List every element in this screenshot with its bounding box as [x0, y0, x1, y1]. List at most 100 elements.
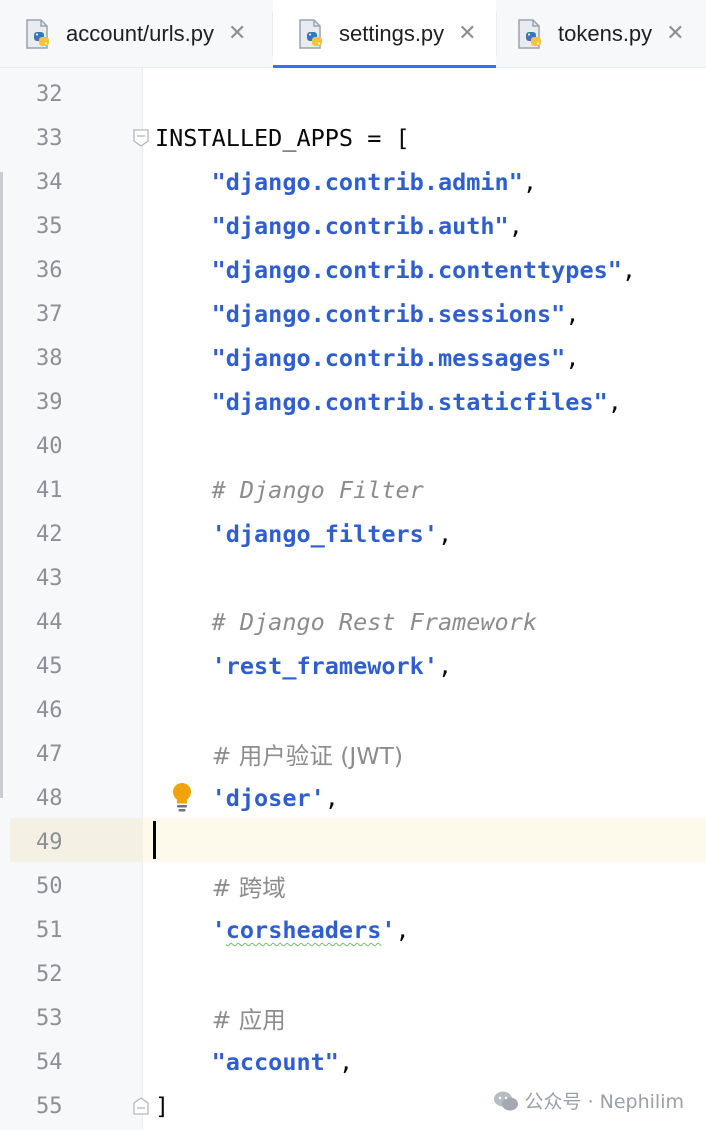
line-number: 48 — [36, 785, 63, 811]
code-token: ] — [155, 1092, 170, 1120]
line-number: 46 — [36, 697, 63, 723]
comment: # Django Filter — [211, 476, 424, 504]
code-text: # 跨域 — [155, 869, 286, 903]
tab-account-urls[interactable]: account/urls.py ✕ — [0, 0, 272, 68]
code-line[interactable]: 33 INSTALLED_APPS = [ — [0, 116, 706, 160]
fold-start-icon[interactable] — [132, 128, 150, 148]
string-literal: corsheaders — [225, 916, 382, 944]
line-number: 53 — [36, 1005, 63, 1031]
string-literal: ' — [381, 916, 396, 944]
code-line[interactable]: 34 "django.contrib.admin", — [0, 160, 706, 204]
code-token: , — [522, 168, 538, 196]
code-text: # Django Rest Framework — [155, 608, 537, 636]
line-number: 47 — [36, 741, 63, 767]
wechat-icon — [493, 1091, 518, 1110]
line-number: 38 — [36, 345, 63, 371]
code-text: ] — [155, 1092, 169, 1120]
string-literal: "django.contrib.sessions" — [211, 300, 566, 328]
code-line[interactable]: 37 "django.contrib.sessions", — [0, 292, 706, 336]
line-number: 49 — [36, 829, 63, 855]
watermark-text: 公众号 · Nephilim — [524, 1091, 684, 1113]
code-line[interactable]: 41 # Django Filter — [0, 468, 706, 512]
code-text: # 应用 — [155, 1001, 286, 1035]
line-number: 39 — [36, 389, 63, 415]
code-text: "django.contrib.messages", — [155, 344, 580, 372]
code-text: # 用户验证 (JWT) — [155, 737, 404, 771]
code-line[interactable]: 45 'rest_framework', — [0, 644, 706, 688]
code-line[interactable]: 46 — [0, 688, 706, 732]
line-number: 37 — [36, 301, 63, 327]
code-token: , — [338, 1048, 354, 1076]
code-text: 'rest_framework', — [155, 652, 453, 680]
python-file-icon — [297, 18, 327, 50]
code-line[interactable]: 44 # Django Rest Framework — [0, 600, 706, 644]
line-number: 42 — [36, 521, 63, 547]
intention-bulb-icon[interactable] — [170, 781, 194, 813]
string-literal: ' — [211, 916, 226, 944]
code-line[interactable]: 42 'django_filters', — [0, 512, 706, 556]
code-text: "account", — [155, 1048, 354, 1076]
string-literal: 'rest_framework' — [211, 652, 438, 680]
code-line[interactable]: 32 — [0, 72, 706, 116]
tab-label: account/urls.py — [66, 21, 214, 46]
tab-label: tokens.py — [558, 21, 653, 46]
code-line[interactable]: 47 # 用户验证 (JWT) — [0, 732, 706, 776]
code-line[interactable]: 35 "django.contrib.auth", — [0, 204, 706, 248]
code-line[interactable]: 43 — [0, 556, 706, 600]
code-token: , — [621, 256, 637, 284]
code-line[interactable]: 50 # 跨域 — [0, 864, 706, 908]
code-text: "django.contrib.staticfiles", — [155, 388, 622, 416]
code-line[interactable]: 39 "django.contrib.staticfiles", — [0, 380, 706, 424]
fold-end-icon[interactable] — [132, 1096, 150, 1116]
code-editor[interactable]: 32 33 INSTALLED_APPS = [34 "django.contrib… — [0, 68, 706, 1130]
tab-tokens[interactable]: tokens.py ✕ — [492, 0, 706, 68]
close-icon[interactable]: ✕ — [666, 23, 684, 45]
code-line[interactable]: 40 — [0, 424, 706, 468]
code-line[interactable]: 52 — [0, 952, 706, 996]
python-file-icon — [516, 18, 546, 50]
string-literal: "django.contrib.staticfiles" — [211, 388, 608, 416]
code-line[interactable]: 49 — [0, 820, 706, 864]
code-token: , — [437, 652, 453, 680]
code-token: , — [565, 344, 580, 372]
code-line[interactable]: 36 "django.contrib.contenttypes", — [0, 248, 706, 292]
string-literal: "account" — [211, 1048, 339, 1076]
comment: # 跨域 — [211, 874, 286, 902]
code-text: "django.contrib.contenttypes", — [155, 256, 636, 284]
comment: # 用户验证 (JWT) — [211, 742, 404, 770]
string-literal: 'djoser' — [211, 784, 325, 812]
code-line[interactable]: 53 # 应用 — [0, 996, 706, 1040]
code-line[interactable]: 38 "django.contrib.messages", — [0, 336, 706, 380]
watermark: 公众号 · Nephilim — [493, 1087, 684, 1114]
line-number: 35 — [36, 213, 63, 239]
code-token: , — [565, 300, 580, 328]
code-line[interactable]: 51 'corsheaders', — [0, 908, 706, 952]
line-number: 36 — [36, 257, 63, 283]
comment: # 应用 — [211, 1006, 286, 1034]
code-text: INSTALLED_APPS = [ — [155, 124, 410, 152]
line-number: 50 — [36, 873, 63, 899]
tab-settings[interactable]: settings.py ✕ — [273, 0, 496, 69]
line-number: 54 — [36, 1049, 63, 1075]
line-number: 44 — [36, 609, 63, 635]
string-literal: "django.contrib.contenttypes" — [211, 256, 622, 284]
code-text: "django.contrib.auth", — [155, 212, 523, 240]
code-line[interactable]: 48 'djoser', — [0, 776, 706, 820]
code-text: "django.contrib.sessions", — [155, 300, 580, 328]
string-literal: "django.contrib.admin" — [211, 168, 523, 196]
line-number: 43 — [36, 565, 63, 591]
close-icon[interactable]: ✕ — [458, 23, 476, 45]
comment: # Django Rest Framework — [211, 608, 538, 636]
code-line[interactable]: 54 "account", — [0, 1040, 706, 1084]
close-icon[interactable]: ✕ — [228, 23, 246, 45]
